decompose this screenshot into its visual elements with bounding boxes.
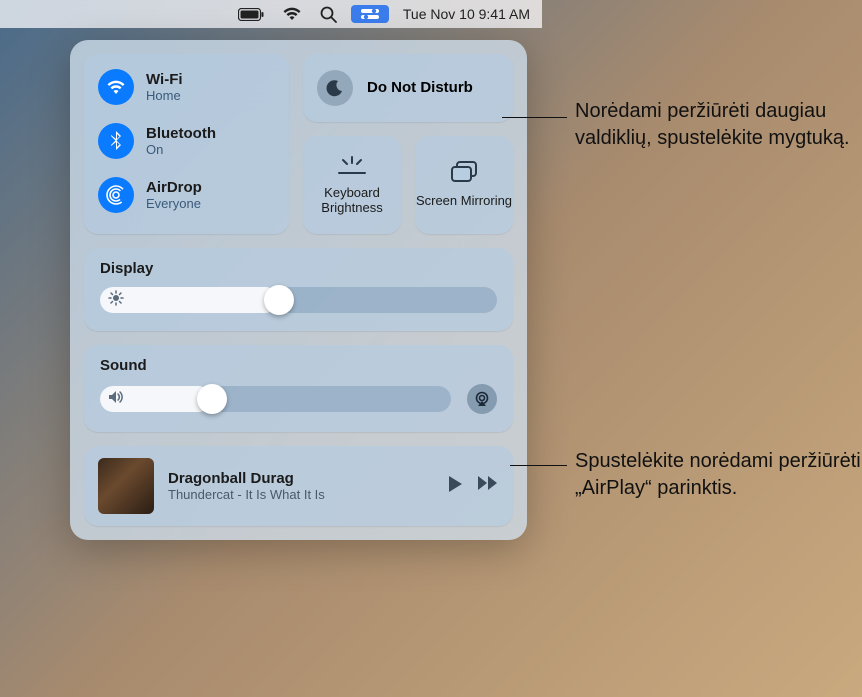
display-tile: Display	[84, 248, 513, 331]
airdrop-icon	[98, 177, 134, 213]
keyboard-brightness-icon	[337, 155, 367, 180]
track-subtitle: Thundercat - It Is What It Is	[168, 487, 433, 502]
control-center-menubar-icon[interactable]	[351, 5, 389, 23]
callout-line-bottom	[510, 465, 567, 466]
display-title: Display	[100, 260, 497, 277]
sound-tile: Sound	[84, 345, 513, 432]
screen-mirroring-icon	[450, 161, 478, 188]
callout-top: Norėdami peržiūrėti daugiau valdiklių, s…	[575, 98, 862, 152]
two-square-row: Keyboard Brightness Screen Mirroring	[303, 136, 513, 234]
airdrop-status: Everyone	[146, 196, 202, 211]
wifi-menubar-icon[interactable]	[282, 7, 302, 21]
wifi-status: Home	[146, 88, 183, 103]
screen-mirroring-label: Screen Mirroring	[416, 194, 512, 208]
screen-mirroring-tile[interactable]: Screen Mirroring	[415, 136, 513, 234]
spotlight-icon[interactable]	[320, 6, 337, 23]
bluetooth-status: On	[146, 142, 216, 157]
top-right-column: Do Not Disturb Keyboard Brightness Scree…	[303, 54, 513, 234]
bluetooth-title: Bluetooth	[146, 125, 216, 142]
keyboard-brightness-tile[interactable]: Keyboard Brightness	[303, 136, 401, 234]
airplay-button[interactable]	[467, 384, 497, 414]
battery-icon[interactable]	[238, 8, 264, 21]
airdrop-row[interactable]: AirDrop Everyone	[96, 172, 277, 218]
control-center-panel: Wi-Fi Home Bluetooth On AirDrop	[70, 40, 527, 540]
wifi-row[interactable]: Wi-Fi Home	[96, 64, 277, 110]
now-playing-tile[interactable]: Dragonball Durag Thundercat - It Is What…	[84, 446, 513, 526]
moon-icon	[317, 70, 353, 106]
keyboard-brightness-label: Keyboard Brightness	[303, 186, 401, 215]
top-row: Wi-Fi Home Bluetooth On AirDrop	[84, 54, 513, 234]
display-slider[interactable]	[100, 287, 497, 313]
bluetooth-row[interactable]: Bluetooth On	[96, 118, 277, 164]
menubar: Tue Nov 10 9:41 AM	[0, 0, 542, 28]
album-art	[98, 458, 154, 514]
next-button[interactable]	[477, 475, 499, 498]
sound-slider[interactable]	[100, 386, 451, 412]
connectivity-tile: Wi-Fi Home Bluetooth On AirDrop	[84, 54, 289, 234]
dnd-tile[interactable]: Do Not Disturb	[303, 54, 513, 122]
callout-bottom: Spustelėkite norėdami peržiūrėti „AirPla…	[575, 448, 862, 502]
menubar-datetime[interactable]: Tue Nov 10 9:41 AM	[403, 6, 530, 22]
play-button[interactable]	[447, 475, 463, 498]
sound-title: Sound	[100, 357, 497, 374]
wifi-title: Wi-Fi	[146, 71, 183, 88]
airdrop-title: AirDrop	[146, 179, 202, 196]
volume-icon	[108, 390, 126, 409]
brightness-icon	[108, 290, 124, 311]
bluetooth-icon	[98, 123, 134, 159]
dnd-label: Do Not Disturb	[367, 79, 473, 96]
wifi-icon	[98, 69, 134, 105]
callout-line-top	[502, 117, 567, 118]
track-title: Dragonball Durag	[168, 470, 433, 487]
